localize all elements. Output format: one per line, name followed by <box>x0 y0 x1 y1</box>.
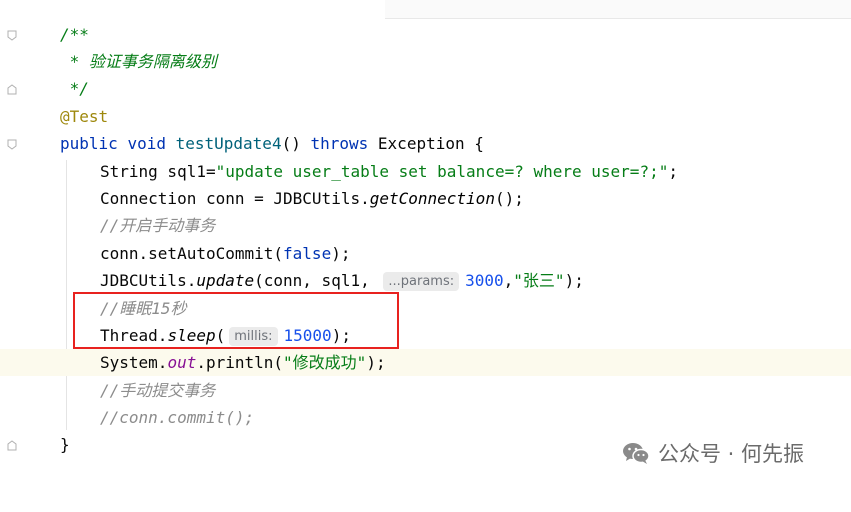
code-text: ); <box>331 244 351 263</box>
code-text: (conn, sql1, <box>254 271 380 290</box>
string-literal: "张三" <box>513 271 565 290</box>
keyword: void <box>127 134 166 153</box>
javadoc-text: * 验证事务隔离级别 <box>60 52 217 71</box>
annotation: @Test <box>60 107 109 126</box>
editor-tab-strip <box>385 0 851 19</box>
javadoc-close: */ <box>60 79 89 98</box>
static-call: update <box>196 271 255 290</box>
code-text: JDBCUtils. <box>100 271 197 290</box>
code-text: conn.setAutoCommit( <box>100 244 284 263</box>
highlight-box <box>73 292 399 349</box>
code-text: (); <box>494 189 524 208</box>
code-line: //手动提交事务 <box>0 377 851 404</box>
string-literal: "修改成功" <box>283 353 367 372</box>
parameter-hint: ...params: <box>383 272 460 291</box>
code-text: .println( <box>196 353 284 372</box>
punctuation: () <box>281 134 311 153</box>
number-literal: 3000 <box>465 271 504 290</box>
code-text: , <box>503 271 514 290</box>
code-line: */ <box>0 75 851 102</box>
current-line: System.out.println("修改成功"); <box>0 349 851 376</box>
static-field: out <box>167 353 197 372</box>
line-comment: //手动提交事务 <box>100 381 216 400</box>
code-text: System. <box>100 353 168 372</box>
code-text: ); <box>366 353 386 372</box>
exception-type: Exception { <box>368 134 484 153</box>
string-literal: "update user_table set balance=? where u… <box>215 162 669 181</box>
keyword: false <box>283 244 332 263</box>
method-name: testUpdate4 <box>175 134 282 153</box>
code-line: String sql1="update user_table set balan… <box>0 158 851 185</box>
code-line: /** <box>0 21 851 48</box>
code-text: String sql1= <box>100 162 216 181</box>
wechat-icon <box>623 443 650 464</box>
line-comment: //conn.commit(); <box>100 408 255 427</box>
code-line: //conn.commit(); <box>0 404 851 431</box>
code-line: @Test <box>0 103 851 130</box>
javadoc-open: /** <box>60 25 89 44</box>
watermark: 公众号 · 何先振 <box>622 438 804 468</box>
code-line: //开启手动事务 <box>0 212 851 239</box>
line-comment: //开启手动事务 <box>100 216 216 235</box>
code-line: JDBCUtils.update(conn, sql1, ...params: 3… <box>0 267 851 294</box>
method-signature-line: public void testUpdate4() throws Excepti… <box>0 130 851 157</box>
code-line: conn.setAutoCommit(false); <box>0 240 851 267</box>
closing-brace: } <box>60 435 70 454</box>
keyword: throws <box>310 134 369 153</box>
code-text: Connection conn = JDBCUtils. <box>100 189 370 208</box>
code-line: Connection conn = JDBCUtils.getConnectio… <box>0 185 851 212</box>
keyword: public <box>60 134 118 153</box>
watermark-text: 公众号 · 何先振 <box>658 442 805 466</box>
code-text: ; <box>668 162 678 181</box>
code-text: ); <box>564 271 584 290</box>
code-line: * 验证事务隔离级别 <box>0 48 851 75</box>
static-call: getConnection <box>369 189 495 208</box>
